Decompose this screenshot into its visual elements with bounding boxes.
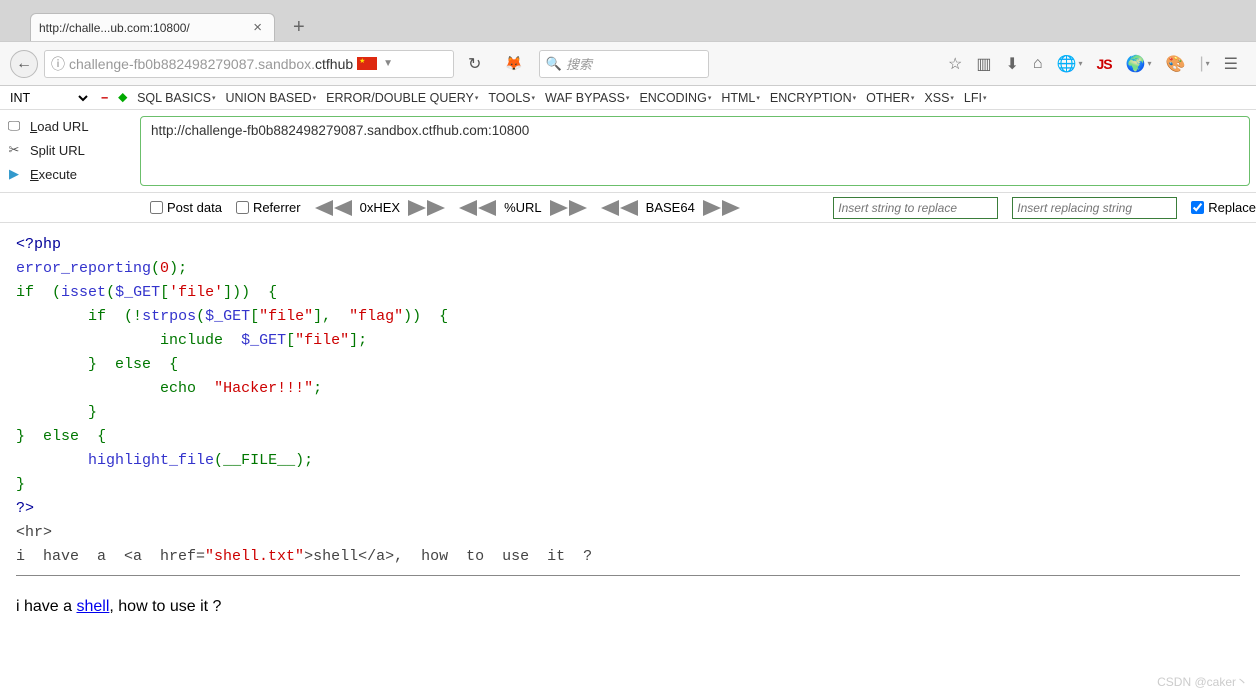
search-placeholder: 搜索 <box>566 54 592 73</box>
new-tab-button[interactable]: + <box>285 13 313 41</box>
browser-tab[interactable]: http://challe...ub.com:10800/ × <box>30 13 275 41</box>
tab-title: http://challe...ub.com:10800/ <box>39 21 190 35</box>
menu-error-double[interactable]: ERROR/DOUBLE QUERY▾ <box>326 91 478 105</box>
home-icon[interactable]: ⌂ <box>1033 55 1043 73</box>
execute-icon: ▶ <box>6 166 22 182</box>
toolbar-icons: ☆ ▥ ⬇ ⌂ 🌐▾ JS 🌍▾ 🎨 |▾ ☰ <box>948 54 1246 74</box>
menu-lfi[interactable]: LFI▾ <box>964 91 987 105</box>
menu-html[interactable]: HTML▾ <box>721 91 760 105</box>
enc-base64[interactable]: BASE64 <box>601 200 740 216</box>
search-input[interactable]: 🔍 搜索 <box>539 50 709 78</box>
hackbar-controls: Post data Referrer 0xHEX %URL BASE64 Rep… <box>0 193 1256 223</box>
hackbar-selector[interactable]: INT <box>6 90 91 106</box>
replace-with-input[interactable] <box>1012 197 1177 219</box>
menu-sql-basics[interactable]: SQL BASICS▾ <box>137 91 215 105</box>
hackbar-select[interactable]: INT <box>6 90 91 106</box>
globe-icon[interactable]: 🌐▾ <box>1057 54 1083 74</box>
post-data-checkbox[interactable]: Post data <box>150 200 222 215</box>
menu-tools[interactable]: TOOLS▾ <box>488 91 535 105</box>
enc-url[interactable]: %URL <box>459 200 587 216</box>
enc-hex[interactable]: 0xHEX <box>315 200 445 216</box>
horizontal-rule <box>16 575 1240 576</box>
execute-button[interactable]: ▶Execute <box>0 162 140 186</box>
hackbar-body: 🖵Load URL ✂Split URL ▶Execute http://cha… <box>0 110 1256 193</box>
replace-find-input[interactable] <box>833 197 998 219</box>
palette-icon[interactable]: 🎨 <box>1166 54 1186 74</box>
divider: |▾ <box>1199 55 1209 73</box>
plus-icon[interactable]: ⬥ <box>118 90 127 105</box>
download-icon[interactable]: ⬇ <box>1005 54 1018 74</box>
menu-other[interactable]: OTHER▾ <box>866 91 914 105</box>
bookmark-star-icon[interactable]: ☆ <box>948 54 962 74</box>
close-icon[interactable]: × <box>249 19 266 36</box>
load-icon: 🖵 <box>6 118 22 134</box>
back-button[interactable]: ← <box>10 50 38 78</box>
menu-waf-bypass[interactable]: WAF BYPASS▾ <box>545 91 629 105</box>
menu-union-based[interactable]: UNION BASED▾ <box>225 91 316 105</box>
menu-encryption[interactable]: ENCRYPTION▾ <box>770 91 856 105</box>
address-box[interactable]: ⓘ challenge-fb0b882498279087.sandbox.ctf… <box>44 50 454 78</box>
split-url-button[interactable]: ✂Split URL <box>0 138 140 162</box>
hackbar-url-input[interactable]: http://challenge-fb0b882498279087.sandbo… <box>140 116 1250 186</box>
php-source: <?php error_reporting(0); if (isset($_GE… <box>16 233 1240 569</box>
reload-icon[interactable]: ↻ <box>460 54 489 74</box>
menu-encoding[interactable]: ENCODING▾ <box>639 91 711 105</box>
search-icon: 🔍 <box>546 56 562 72</box>
chevron-down-icon[interactable]: ▼ <box>383 58 393 69</box>
referrer-checkbox[interactable]: Referrer <box>236 200 301 215</box>
library-icon[interactable]: ▥ <box>976 54 991 74</box>
load-url-button[interactable]: 🖵Load URL <box>0 114 140 138</box>
url-bar: ← ⓘ challenge-fb0b882498279087.sandbox.c… <box>0 41 1256 86</box>
minus-icon[interactable]: − <box>101 91 108 105</box>
js-icon[interactable]: JS <box>1097 56 1112 72</box>
split-icon: ✂ <box>6 142 22 158</box>
url-domain: ctfhub <box>315 56 353 72</box>
menu-icon[interactable]: ☰ <box>1224 54 1238 74</box>
menu-xss[interactable]: XSS▾ <box>924 91 954 105</box>
page-content: <?php error_reporting(0); if (isset($_GE… <box>0 223 1256 630</box>
hackbar-actions: 🖵Load URL ✂Split URL ▶Execute <box>0 110 140 192</box>
globe2-icon[interactable]: 🌍▾ <box>1126 54 1152 74</box>
hackbar-menu: INT − ⬥ SQL BASICS▾ UNION BASED▾ ERROR/D… <box>0 86 1256 110</box>
shell-link[interactable]: shell <box>76 598 109 615</box>
hint-text: i have a shell, how to use it ? <box>16 594 1240 620</box>
flag-icon <box>357 57 377 70</box>
tab-strip: http://challe...ub.com:10800/ × + <box>0 11 1256 41</box>
replace-checkbox[interactable]: Replace <box>1191 200 1256 215</box>
info-icon[interactable]: ⓘ <box>51 54 65 74</box>
url-prefix: challenge-fb0b882498279087.sandbox. <box>69 56 315 72</box>
watermark: CSDN @caker丶 <box>1157 673 1248 690</box>
fox-icon[interactable]: 🦊 <box>495 55 532 72</box>
